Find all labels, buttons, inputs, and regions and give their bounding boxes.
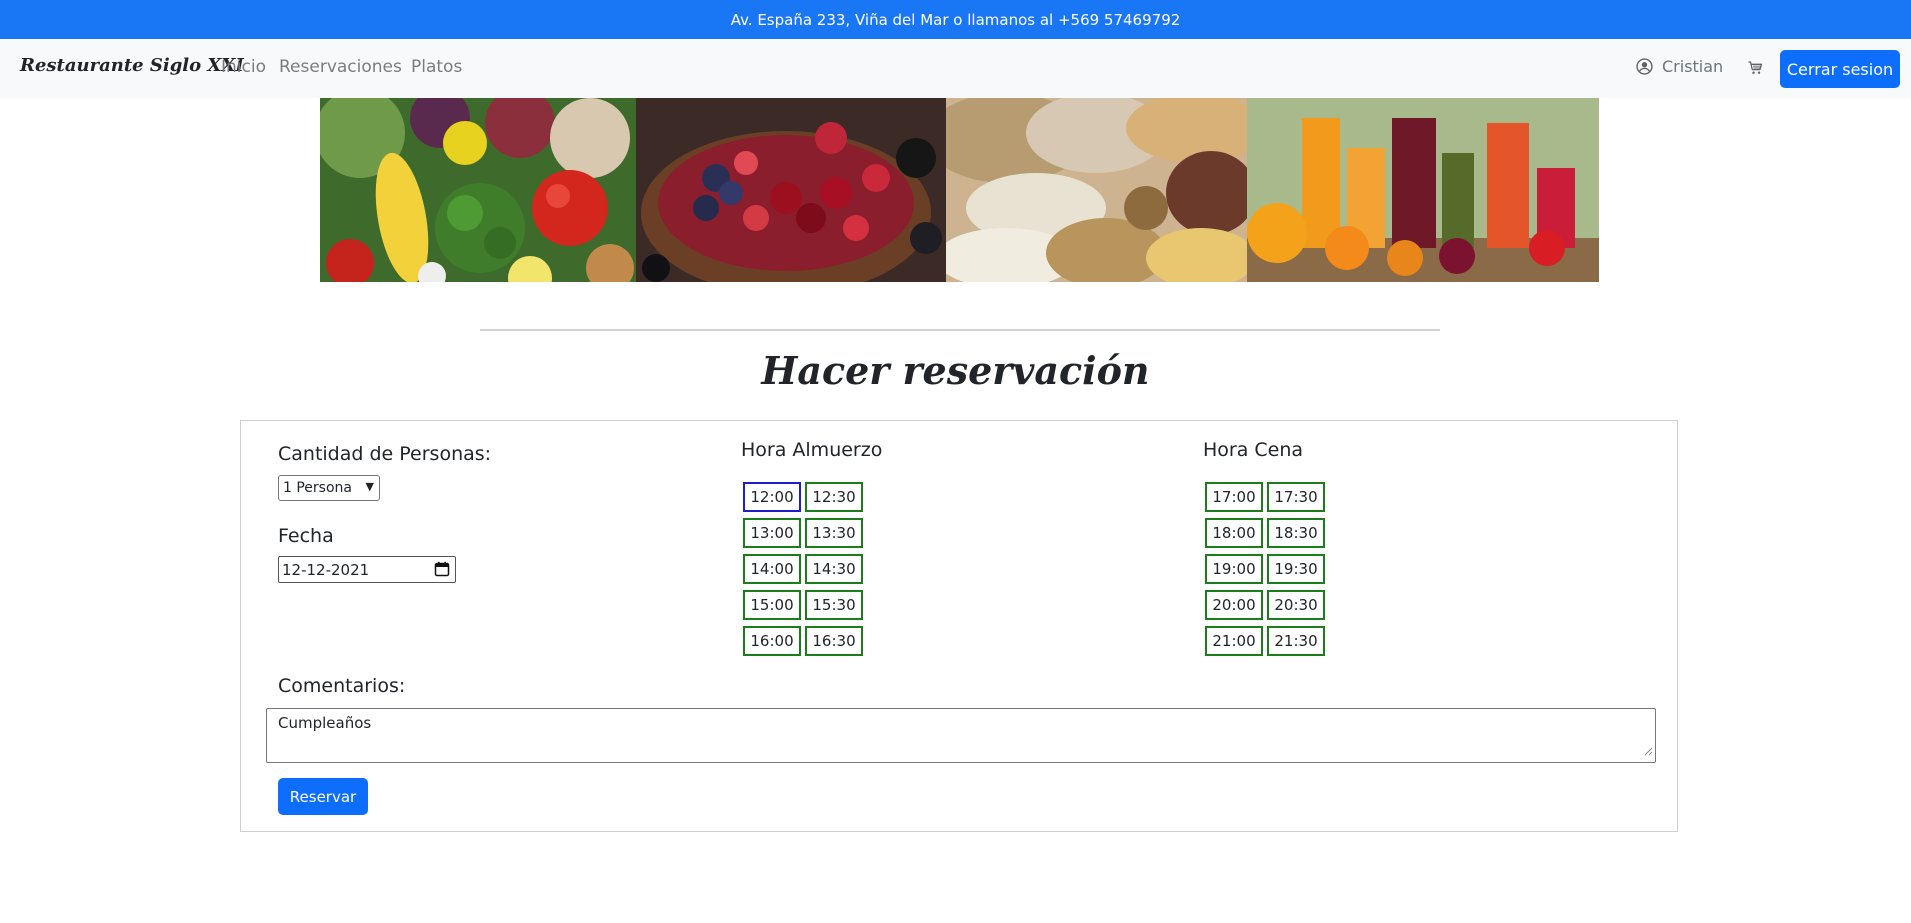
logout-button[interactable]: Cerrar sesion — [1780, 50, 1900, 88]
lunch-slot-1630[interactable]: 16:30 — [805, 626, 863, 656]
navbar: Restaurante Siglo XXI Inicio Reservacion… — [0, 39, 1911, 98]
user-name: Cristian — [1662, 57, 1724, 76]
dinner-slot-1930[interactable]: 19:30 — [1267, 554, 1325, 584]
food-banner — [320, 98, 1599, 282]
dinner-slot-1730[interactable]: 17:30 — [1267, 482, 1325, 512]
user-menu[interactable]: Cristian — [1636, 57, 1723, 76]
dinner-slot-1800[interactable]: 18:00 — [1205, 518, 1263, 548]
date-input[interactable]: 12-12-2021 — [278, 556, 456, 583]
dinner-slot-2000[interactable]: 20:00 — [1205, 590, 1263, 620]
calendar-icon[interactable] — [434, 561, 450, 581]
people-select-value: 1 Persona — [283, 480, 352, 496]
lunch-slots: 12:00 12:30 13:00 13:30 14:00 14:30 15:0… — [743, 482, 863, 656]
dinner-label: Hora Cena — [1203, 439, 1304, 461]
lunch-slot-1500[interactable]: 15:00 — [743, 590, 801, 620]
resize-grip-icon[interactable] — [1644, 742, 1653, 760]
date-value: 12-12-2021 — [282, 560, 370, 579]
dinner-slot-1700[interactable]: 17:00 — [1205, 482, 1263, 512]
banner-image-vegetables — [320, 98, 636, 282]
cart-icon[interactable] — [1747, 60, 1764, 80]
lunch-slot-1230[interactable]: 12:30 — [805, 482, 863, 512]
address-text: Av. España 233, Viña del Mar o llamanos … — [730, 10, 1181, 29]
nav-link-reservaciones[interactable]: Reservaciones — [279, 57, 402, 77]
dinner-slot-1900[interactable]: 19:00 — [1205, 554, 1263, 584]
dinner-slot-2130[interactable]: 21:30 — [1267, 626, 1325, 656]
lunch-slot-1600[interactable]: 16:00 — [743, 626, 801, 656]
people-select[interactable]: 1 Persona ▼ — [278, 475, 380, 501]
people-label: Cantidad de Personas: — [278, 443, 492, 465]
brand-logo[interactable]: Restaurante Siglo XXI — [20, 55, 244, 76]
lunch-label: Hora Almuerzo — [741, 439, 883, 461]
lunch-slot-1430[interactable]: 14:30 — [805, 554, 863, 584]
comments-textarea[interactable]: Cumpleaños — [266, 708, 1656, 763]
user-circle-icon — [1636, 58, 1653, 75]
lunch-slot-1200[interactable]: 12:00 — [743, 482, 801, 512]
lunch-slot-1530[interactable]: 15:30 — [805, 590, 863, 620]
dinner-slots: 17:00 17:30 18:00 18:30 19:00 19:30 20:0… — [1205, 482, 1325, 656]
comments-value: Cumpleaños — [278, 714, 372, 732]
lunch-slot-1330[interactable]: 13:30 — [805, 518, 863, 548]
lunch-slot-1400[interactable]: 14:00 — [743, 554, 801, 584]
nav-link-platos[interactable]: Platos — [411, 57, 462, 77]
section-divider — [480, 329, 1440, 331]
banner-image-grains — [946, 98, 1247, 282]
address-bar: Av. España 233, Viña del Mar o llamanos … — [0, 0, 1911, 39]
lunch-slot-1300[interactable]: 13:00 — [743, 518, 801, 548]
banner-image-juices — [1247, 98, 1599, 282]
comments-label: Comentarios: — [278, 675, 406, 697]
dinner-slot-1830[interactable]: 18:30 — [1267, 518, 1325, 548]
reservation-form: Cantidad de Personas: 1 Persona ▼ Fecha … — [240, 420, 1678, 832]
date-label: Fecha — [278, 525, 334, 547]
page-title: Hacer reservación — [761, 348, 1150, 393]
reserve-button[interactable]: Reservar — [278, 778, 368, 815]
banner-image-berries — [636, 98, 946, 282]
chevron-down-icon: ▼ — [365, 480, 374, 493]
dinner-slot-2030[interactable]: 20:30 — [1267, 590, 1325, 620]
nav-link-inicio[interactable]: Inicio — [221, 57, 266, 77]
dinner-slot-2100[interactable]: 21:00 — [1205, 626, 1263, 656]
